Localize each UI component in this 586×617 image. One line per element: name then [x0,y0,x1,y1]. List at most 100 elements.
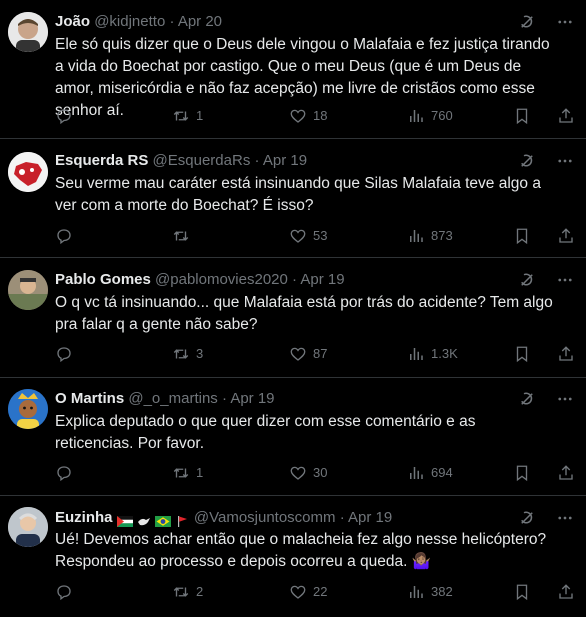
reply-button[interactable] [55,344,79,364]
like-count: 18 [313,108,328,123]
like-button[interactable]: 53 [289,226,327,246]
timestamp[interactable]: Apr 19 [348,509,392,526]
views-button[interactable]: 760 [407,106,453,126]
share-button[interactable] [557,463,575,483]
handle[interactable]: @Vamosjuntoscomm [194,509,336,526]
handle[interactable]: @_o_martins [128,390,217,407]
grok-icon[interactable] [518,13,536,31]
grok-icon[interactable] [518,509,536,527]
bookmark-button[interactable] [513,226,531,246]
like-count: 53 [313,228,328,243]
display-name[interactable]: Pablo Gomes [55,271,151,288]
share-button[interactable] [557,226,575,246]
bookmark-icon [513,464,531,482]
bookmark-button[interactable] [513,463,531,483]
tweet-actions: 53 873 [55,226,575,246]
grok-icon[interactable] [518,271,536,289]
more-icon[interactable] [556,13,574,31]
handle[interactable]: @kidjnetto [94,13,165,30]
views-button[interactable]: 873 [407,226,453,246]
view-count: 873 [431,228,453,243]
more-icon[interactable] [556,152,574,170]
retweet-button[interactable]: 2 [172,582,203,602]
handle[interactable]: @EsquerdaRs [153,152,251,169]
like-count: 87 [313,346,328,361]
like-icon [289,345,307,363]
reply-button[interactable] [55,463,79,483]
reply-icon [55,227,73,245]
bookmark-icon [513,107,531,125]
share-button[interactable] [557,344,575,364]
avatar[interactable] [8,152,48,192]
reply-button[interactable] [55,582,79,602]
grok-icon[interactable] [518,390,536,408]
brazil-flag-icon [154,513,171,527]
separator: · [292,271,298,288]
display-name[interactable]: João [55,13,90,30]
retweet-icon [172,345,190,363]
tweet-top-actions [518,390,574,408]
like-button[interactable]: 22 [289,582,327,602]
reply-button[interactable] [55,106,79,126]
reply-button[interactable] [55,226,79,246]
views-button[interactable]: 694 [407,463,453,483]
more-icon[interactable] [556,390,574,408]
views-button[interactable]: 382 [407,582,453,602]
retweet-button[interactable]: 1 [172,463,203,483]
reply-icon [55,583,73,601]
retweet-button[interactable]: 1 [172,106,203,126]
tweet-header: Esquerda RS @EsquerdaRs · Apr 19 [55,151,526,171]
timestamp[interactable]: Apr 20 [178,13,222,30]
separator: · [169,13,175,30]
bookmark-icon [513,227,531,245]
tweet-top-actions [518,152,574,170]
like-button[interactable]: 18 [289,106,327,126]
tweet-text: O q vc tá insinuando... que Malafaia est… [55,294,553,333]
handle[interactable]: @pablomovies2020 [155,271,288,288]
tweet[interactable]: Esquerda RS @EsquerdaRs · Apr 19 Seu ver… [0,139,586,258]
bookmark-icon [513,583,531,601]
tweet[interactable]: Pablo Gomes @pablomovies2020 · Apr 19 O … [0,258,586,378]
bookmark-button[interactable] [513,106,531,126]
avatar[interactable] [8,389,48,429]
more-icon[interactable] [556,271,574,289]
views-button[interactable]: 1.3K [407,344,458,364]
like-button[interactable]: 30 [289,463,327,483]
share-icon [557,583,575,601]
views-icon [407,107,425,125]
avatar[interactable] [8,12,48,52]
retweet-icon [172,464,190,482]
view-count: 694 [431,465,453,480]
reply-icon [55,464,73,482]
tweet[interactable]: João @kidjnetto · Apr 20 Ele só quis diz… [0,0,586,139]
bookmark-button[interactable] [513,582,531,602]
tweet[interactable]: Euzinha @Vamosjuntoscomm · Apr 19 Ué! De… [0,496,586,617]
tweet-text: Seu verme mau caráter está insinuando qu… [55,175,541,214]
share-button[interactable] [557,582,575,602]
avatar[interactable] [8,270,48,310]
tweet-top-actions [518,271,574,289]
retweet-button[interactable]: 3 [172,344,203,364]
display-name[interactable]: O Martins [55,390,124,407]
avatar[interactable] [8,507,48,547]
tweet-top-actions [518,509,574,527]
reply-icon [55,107,73,125]
like-button[interactable]: 87 [289,344,327,364]
timestamp[interactable]: Apr 19 [263,152,307,169]
display-name[interactable]: Esquerda RS [55,152,148,169]
tweet[interactable]: O Martins @_o_martins · Apr 19 Explica d… [0,378,586,496]
grok-icon[interactable] [518,152,536,170]
retweet-button[interactable] [172,226,196,246]
bookmark-button[interactable] [513,344,531,364]
more-icon[interactable] [556,509,574,527]
share-icon [557,107,575,125]
name-emoji-flags [116,513,190,527]
share-icon [557,227,575,245]
share-button[interactable] [557,106,575,126]
timestamp[interactable]: Apr 19 [300,271,344,288]
display-name[interactable]: Euzinha [55,509,113,526]
tweet-header: Euzinha @Vamosjuntoscomm · Apr 19 [55,508,526,528]
view-count: 382 [431,584,453,599]
like-icon [289,227,307,245]
timestamp[interactable]: Apr 19 [230,390,274,407]
